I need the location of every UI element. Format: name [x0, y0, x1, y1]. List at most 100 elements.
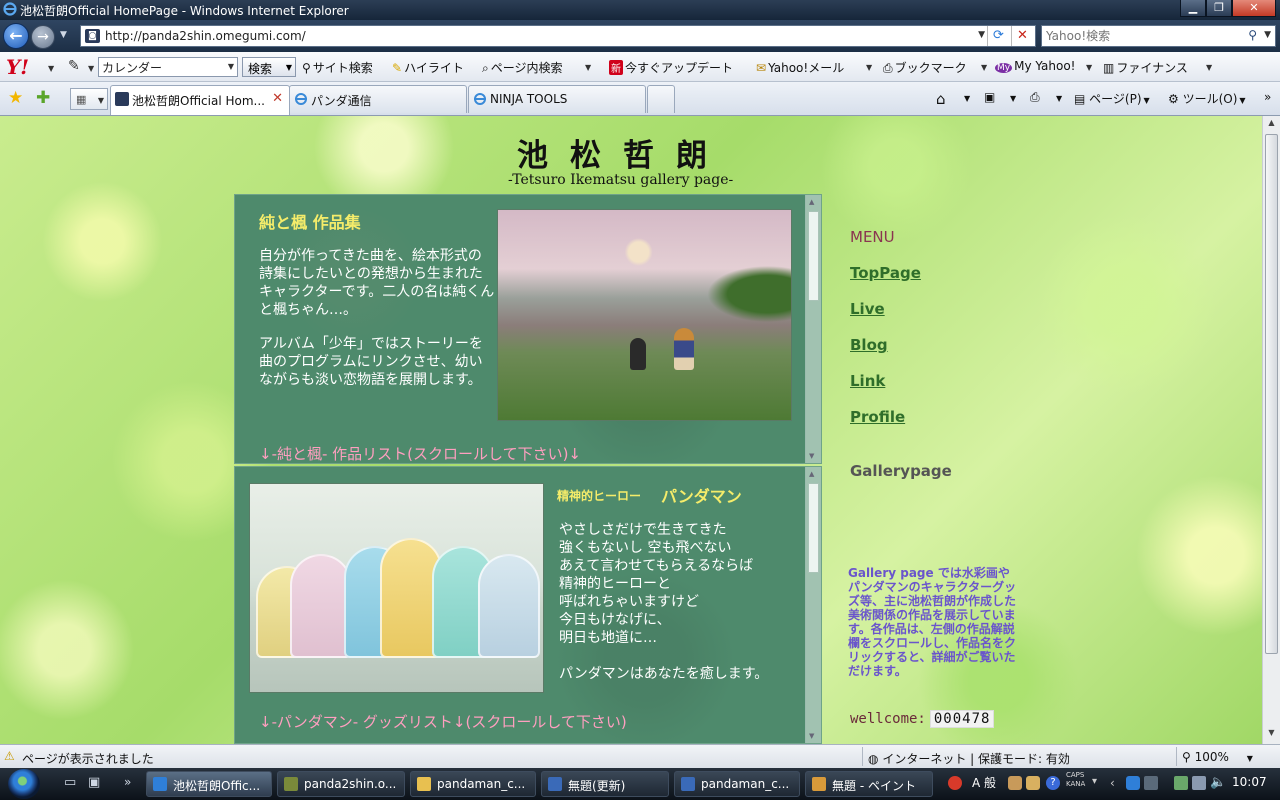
- close-button[interactable]: ✕: [1232, 0, 1276, 17]
- quick-tabs-dropdown-icon[interactable]: ▼: [98, 96, 104, 105]
- quick-tabs-button[interactable]: ▦ ▼: [70, 88, 108, 110]
- yahoo-search-dropdown-icon[interactable]: ▼: [228, 62, 234, 71]
- tray-language-icon[interactable]: [1126, 776, 1140, 790]
- page-search-item[interactable]: ⌕ ページ内検索: [482, 59, 563, 76]
- jun-kaede-panel[interactable]: 純と楓 作品集 自分が作ってきた曲を、絵本形式の詩集にしたいとの発想から生まれた…: [234, 194, 822, 464]
- tray-app-icon[interactable]: [1174, 776, 1188, 790]
- page-menu[interactable]: ▤ ページ(P) ▼: [1074, 90, 1150, 107]
- ime-pad-icon[interactable]: [1008, 776, 1022, 790]
- switch-windows-icon[interactable]: ▣: [88, 775, 100, 790]
- pandaman-goods-list-link[interactable]: ↓-パンダマン- グッズリスト↓(スクロールして下さい): [259, 711, 627, 732]
- clock[interactable]: 10:07: [1232, 775, 1267, 789]
- site-search-item[interactable]: ⚲ サイト検索: [302, 59, 373, 76]
- maximize-button[interactable]: ❐: [1206, 0, 1232, 17]
- scroll-up-icon[interactable]: ▲: [809, 198, 814, 206]
- more-commands-icon[interactable]: »: [1264, 90, 1271, 104]
- yahoo-logo-icon[interactable]: Y!: [6, 55, 29, 79]
- pandaman-panel[interactable]: 精神的ヒーロー パンダマン やさしさだけで生きてきた 強くもないし 空も飛べない…: [234, 466, 822, 744]
- finance-dropdown-icon[interactable]: ▼: [1206, 63, 1212, 72]
- my-yahoo-dropdown-icon[interactable]: ▼: [1086, 63, 1092, 72]
- tray-device-icon[interactable]: [1144, 776, 1158, 790]
- pandaman-heading[interactable]: パンダマン: [661, 483, 742, 507]
- finance-item[interactable]: ▥ ファイナンス: [1103, 59, 1188, 76]
- yahoo-menu-dropdown-icon[interactable]: ▼: [48, 64, 54, 73]
- home-icon[interactable]: ⌂: [936, 90, 946, 108]
- url-text[interactable]: http://panda2shin.omegumi.com/: [105, 29, 306, 43]
- my-yahoo-item[interactable]: My My Yahoo!: [995, 59, 1076, 73]
- task-ie-ikematsu[interactable]: 池松哲朗Offic...: [146, 771, 272, 797]
- scroll-down-icon[interactable]: ▼: [809, 452, 814, 460]
- show-desktop-icon[interactable]: ▭: [64, 775, 76, 790]
- task-editor-pandaman[interactable]: pandaman_c...: [674, 771, 800, 797]
- feeds-dropdown-icon[interactable]: ▼: [1008, 90, 1016, 104]
- feeds-icon[interactable]: ▣: [984, 90, 995, 104]
- print-dropdown-icon[interactable]: ▼: [1054, 90, 1062, 104]
- bookmark-dropdown-icon[interactable]: ▼: [981, 63, 987, 72]
- pencil-icon[interactable]: ✎: [68, 58, 80, 74]
- highlight-item[interactable]: ✎ ハイライト: [392, 59, 464, 76]
- pencil-dropdown-icon[interactable]: ▼: [88, 64, 94, 73]
- tab-ikematsu-home[interactable]: 池松哲朗Official Hom... ✕: [110, 85, 290, 115]
- stop-icon[interactable]: ✕: [1011, 26, 1033, 46]
- address-dropdown-icon[interactable]: ▼: [978, 30, 985, 40]
- panel-scrollbar[interactable]: ▲ ▼: [805, 195, 821, 463]
- minimize-button[interactable]: ▁: [1180, 0, 1206, 17]
- security-zone[interactable]: ◍ インターネット | 保護モード: 有効: [868, 750, 1070, 767]
- page-search-dropdown-icon[interactable]: ▼: [585, 63, 591, 72]
- start-button-icon[interactable]: [8, 769, 40, 799]
- yahoo-mail-item[interactable]: ✉ Yahoo!メール: [756, 59, 844, 76]
- help-icon[interactable]: ?: [1046, 776, 1060, 790]
- yahoo-search-field[interactable]: ▼: [98, 57, 238, 77]
- panel-scroll-thumb[interactable]: [808, 211, 819, 301]
- network-icon[interactable]: [1192, 776, 1206, 790]
- panel-scroll-thumb[interactable]: [808, 483, 819, 573]
- home-dropdown-icon[interactable]: ▼: [962, 90, 970, 104]
- ime-options-icon[interactable]: ▾: [1092, 776, 1097, 787]
- tab-panda-tsushin[interactable]: パンダ通信: [289, 85, 467, 113]
- jun-kaede-list-link[interactable]: ↓-純と楓- 作品リスト(スクロールして下さい)↓: [259, 443, 581, 463]
- new-tab-button[interactable]: [647, 85, 675, 113]
- back-button[interactable]: ←: [3, 23, 29, 49]
- address-bar[interactable]: ◙ http://panda2shin.omegumi.com/ ▼ ⟳ ✕: [80, 25, 1036, 47]
- menu-link-toppage[interactable]: TopPage: [850, 264, 921, 282]
- page-scroll-thumb[interactable]: [1265, 134, 1278, 654]
- menu-link-profile[interactable]: Profile: [850, 408, 905, 426]
- close-tab-icon[interactable]: ✕: [272, 91, 283, 106]
- tools-menu[interactable]: ⚙ ツール(O) ▼: [1168, 90, 1246, 107]
- add-favorites-icon[interactable]: ✚: [36, 88, 50, 108]
- menu-link-blog[interactable]: Blog: [850, 336, 888, 354]
- update-now-item[interactable]: 新今すぐアップデート: [609, 59, 733, 76]
- print-icon[interactable]: ⎙: [1030, 90, 1040, 105]
- yahoo-search-input[interactable]: [99, 58, 221, 76]
- tab-ninja-tools[interactable]: NINJA TOOLS: [468, 85, 646, 113]
- mail-dropdown-icon[interactable]: ▼: [866, 63, 872, 72]
- panel-scrollbar[interactable]: ▲ ▼: [805, 467, 821, 743]
- scroll-down-icon[interactable]: ▼: [809, 732, 814, 740]
- zoom-level[interactable]: ⚲ 100% ▼: [1182, 750, 1253, 764]
- zoom-dropdown-icon[interactable]: ▼: [1247, 754, 1253, 763]
- yahoo-search-button[interactable]: 検索 ▼: [242, 57, 296, 77]
- task-ftp-panda2shin[interactable]: panda2shin.o...: [277, 771, 405, 797]
- tray-app-icon[interactable]: [948, 776, 962, 790]
- forward-button[interactable]: →: [31, 25, 55, 49]
- quick-launch-more-icon[interactable]: »: [124, 775, 131, 789]
- show-hidden-icons-icon[interactable]: ‹: [1110, 776, 1115, 790]
- scroll-down-icon[interactable]: ▼: [1265, 728, 1278, 742]
- history-dropdown-icon[interactable]: ▼: [60, 30, 67, 40]
- task-paint[interactable]: 無題 - ペイント: [805, 771, 933, 797]
- search-icon[interactable]: ⚲: [1248, 28, 1257, 42]
- search-input[interactable]: [1046, 28, 1241, 44]
- bookmark-item[interactable]: ⎙ ブックマーク: [883, 59, 967, 76]
- page-scrollbar[interactable]: ▲ ▼: [1262, 116, 1280, 744]
- ime-indicator[interactable]: A 般: [972, 774, 996, 791]
- search-provider-dropdown-icon[interactable]: ▼: [1264, 30, 1271, 40]
- menu-link-link[interactable]: Link: [850, 372, 885, 390]
- menu-link-live[interactable]: Live: [850, 300, 885, 318]
- scroll-up-icon[interactable]: ▲: [809, 470, 814, 478]
- search-box[interactable]: ⚲ ▼: [1041, 25, 1276, 47]
- chevron-down-icon[interactable]: ▼: [286, 63, 292, 72]
- task-folder-pandaman[interactable]: pandaman_c...: [410, 771, 536, 797]
- refresh-icon[interactable]: ⟳: [987, 26, 1009, 46]
- scroll-up-icon[interactable]: ▲: [1265, 118, 1278, 132]
- task-editor-untitled[interactable]: 無題(更新): [541, 771, 669, 797]
